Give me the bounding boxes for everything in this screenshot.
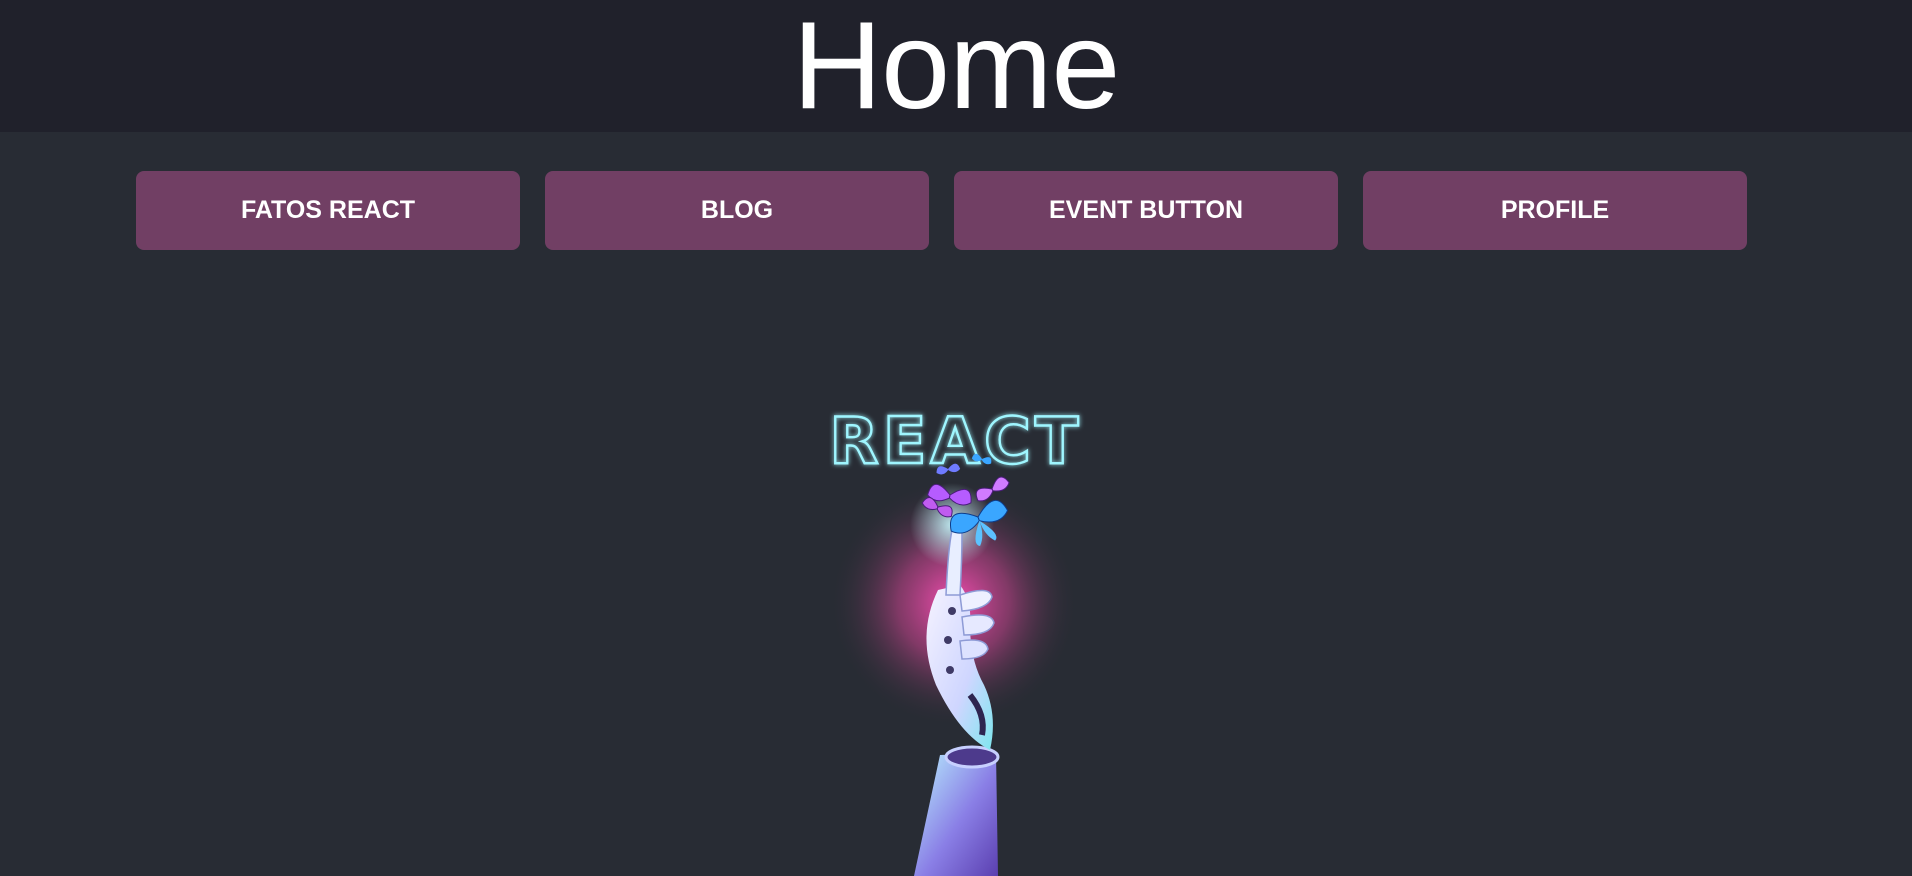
robot-hand-illustration: REACT [828, 404, 1080, 876]
joint-dot [944, 636, 952, 644]
joint-dot [946, 666, 954, 674]
nav-button-fatos-react[interactable]: FATOS REACT [136, 171, 520, 250]
joint-dot [948, 607, 956, 615]
page-header: Home [0, 0, 1912, 132]
nav-button-event-button[interactable]: EVENT BUTTON [954, 171, 1338, 250]
page-title: Home [792, 0, 1121, 135]
hero-image: REACT [820, 385, 1092, 876]
wrist-joint [944, 745, 1000, 769]
robot-arm [914, 753, 998, 876]
nav-button-profile[interactable]: PROFILE [1363, 171, 1747, 250]
main-nav: FATOS REACT BLOG EVENT BUTTON PROFILE [0, 171, 1912, 250]
nav-button-blog[interactable]: BLOG [545, 171, 929, 250]
